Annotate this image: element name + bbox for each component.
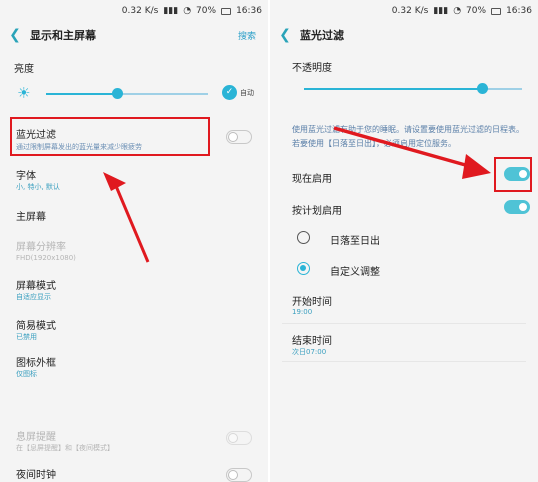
annotation-arrow [103, 172, 150, 263]
annotation-arrow [333, 126, 491, 179]
blue-filter-screen: 0.32 K/s ▮▮▮ ◔ 70% 16:36 ❮ 蓝光过滤 不透明度 使用蓝… [270, 0, 538, 482]
display-settings-screen: 0.32 K/s ▮▮▮ ◔ 70% 16:36 ❮ 显示和主屏幕 搜索 亮度 … [0, 0, 268, 482]
